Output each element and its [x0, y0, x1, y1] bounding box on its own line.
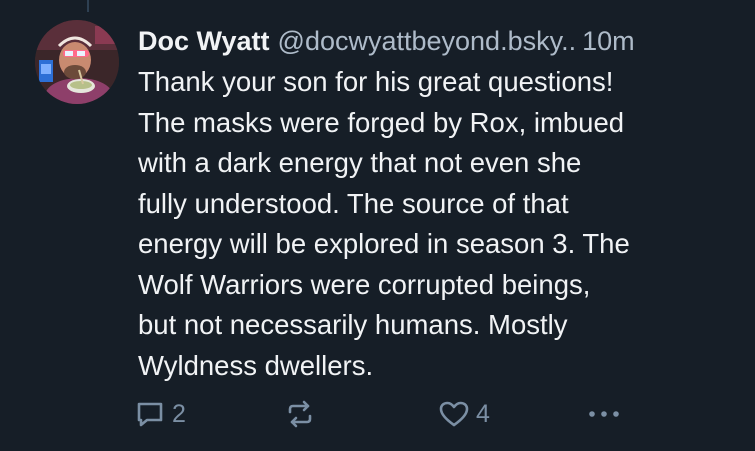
- post-text-line: Wyldness dwellers.: [138, 349, 374, 381]
- heart-icon: [439, 401, 469, 427]
- thread-connector-line: [87, 0, 89, 12]
- post-text-line: Thank your son for his great questions!: [138, 66, 614, 97]
- reply-bubble-icon: [137, 402, 163, 427]
- post-text-line: but not necessarily humans. Mostly: [138, 309, 568, 340]
- repost-button[interactable]: [284, 396, 316, 432]
- post-text: Thank your son for his great questions! T…: [138, 62, 728, 386]
- like-count: 4: [476, 399, 490, 428]
- post-text-line: with a dark energy that not even she: [138, 147, 582, 178]
- post-timestamp[interactable]: 10m: [582, 22, 635, 60]
- post-meta: Doc Wyatt @docwyattbeyond.bsky.. 10m: [138, 22, 738, 60]
- reply-button[interactable]: 2: [134, 396, 186, 432]
- post-text-line: energy will be explored in season 3. The: [138, 228, 630, 259]
- post-content: Doc Wyatt @docwyattbeyond.bsky.. 10m Tha…: [138, 22, 738, 386]
- repost-icon: [288, 400, 312, 428]
- reply-count: 2: [172, 399, 186, 428]
- more-options-button[interactable]: [584, 396, 624, 432]
- post-text-line: Wolf Warriors were corrupted beings,: [138, 268, 591, 300]
- post-text-line: The masks were forged by Rox, imbued: [138, 106, 625, 138]
- author-display-name[interactable]: Doc Wyatt: [138, 22, 270, 60]
- avatar[interactable]: [35, 20, 119, 104]
- avatar-photo: [35, 20, 119, 104]
- post-actions: 2 4: [134, 396, 734, 432]
- author-handle[interactable]: @docwyattbeyond.bsky..: [278, 22, 577, 60]
- like-button[interactable]: 4: [438, 396, 490, 432]
- post-text-line: fully understood. The source of that: [138, 187, 569, 219]
- more-dots-icon: [589, 411, 619, 417]
